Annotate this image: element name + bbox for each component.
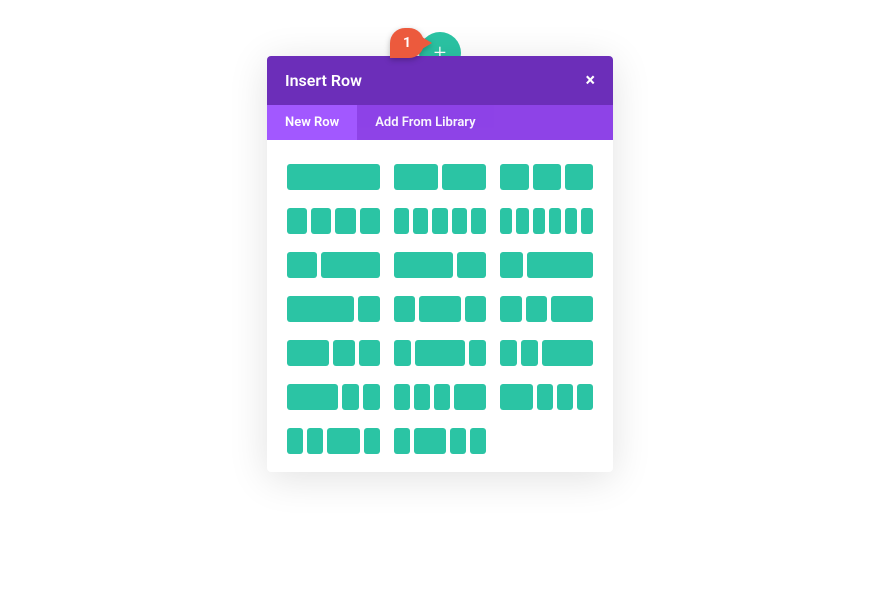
layout-col — [527, 252, 594, 278]
panel-body — [267, 140, 613, 472]
layout-option-11[interactable] — [500, 296, 593, 322]
tab-add-from-library[interactable]: Add From Library — [357, 105, 493, 140]
layout-col — [470, 428, 486, 454]
layout-col — [581, 208, 593, 234]
layout-col — [333, 340, 354, 366]
layout-col — [565, 164, 593, 190]
layout-option-19[interactable] — [394, 428, 487, 454]
layout-col — [457, 252, 487, 278]
layout-option-14[interactable] — [500, 340, 593, 366]
layout-col — [327, 428, 359, 454]
layout-col — [465, 296, 486, 322]
layout-grid — [287, 164, 593, 454]
layout-col — [434, 384, 450, 410]
annotation-1-label: 1 — [403, 35, 411, 51]
insert-row-panel: 2 Insert Row × New Row Add From Library — [267, 56, 613, 472]
layout-option-18[interactable] — [287, 428, 380, 454]
layout-col — [394, 428, 410, 454]
layout-col — [500, 340, 517, 366]
layout-col — [394, 208, 409, 234]
layout-col — [516, 208, 528, 234]
layout-col — [500, 252, 522, 278]
tab-add-from-library-label: Add From Library — [375, 115, 475, 130]
layout-col — [442, 164, 486, 190]
panel-title: Insert Row — [285, 71, 362, 90]
layout-option-16[interactable] — [394, 384, 487, 410]
layout-col — [287, 296, 354, 322]
layout-col — [542, 340, 593, 366]
layout-option-0[interactable] — [287, 164, 380, 190]
layout-col — [360, 208, 380, 234]
layout-col — [394, 340, 411, 366]
panel-tabs: New Row Add From Library — [267, 105, 613, 140]
layout-col — [335, 208, 355, 234]
layout-col — [557, 384, 573, 410]
layout-option-12[interactable] — [287, 340, 380, 366]
layout-col — [432, 208, 447, 234]
layout-col — [521, 340, 538, 366]
layout-col — [419, 296, 461, 322]
layout-col — [311, 208, 331, 234]
layout-col — [565, 208, 577, 234]
layout-col — [394, 164, 438, 190]
layout-col — [287, 164, 380, 190]
layout-col — [533, 208, 545, 234]
layout-col — [287, 208, 307, 234]
layout-col — [500, 296, 521, 322]
layout-col — [287, 340, 329, 366]
layout-col — [287, 384, 338, 410]
layout-col — [549, 208, 561, 234]
layout-col — [364, 428, 380, 454]
layout-col — [394, 252, 453, 278]
layout-col — [450, 428, 466, 454]
panel-header: Insert Row × — [267, 56, 613, 105]
layout-option-9[interactable] — [287, 296, 380, 322]
layout-col — [363, 384, 380, 410]
tab-new-row[interactable]: New Row — [267, 105, 357, 140]
layout-option-7[interactable] — [394, 252, 487, 278]
layout-option-2[interactable] — [500, 164, 593, 190]
layout-col — [537, 384, 553, 410]
layout-col — [358, 296, 380, 322]
layout-option-10[interactable] — [394, 296, 487, 322]
layout-option-13[interactable] — [394, 340, 487, 366]
annotation-1: 1 — [390, 28, 424, 58]
layout-col — [414, 384, 430, 410]
layout-col — [500, 384, 532, 410]
layout-option-1[interactable] — [394, 164, 487, 190]
layout-col — [342, 384, 359, 410]
layout-col — [287, 428, 303, 454]
annotation-1-pointer — [422, 37, 432, 49]
layout-col — [471, 208, 486, 234]
layout-col — [577, 384, 593, 410]
layout-option-8[interactable] — [500, 252, 593, 278]
layout-col — [394, 296, 415, 322]
layout-option-3[interactable] — [287, 208, 380, 234]
close-button[interactable]: × — [585, 72, 595, 90]
close-icon: × — [585, 70, 595, 91]
layout-col — [321, 252, 380, 278]
layout-option-6[interactable] — [287, 252, 380, 278]
layout-option-17[interactable] — [500, 384, 593, 410]
layout-col — [415, 340, 466, 366]
tab-new-row-label: New Row — [285, 115, 339, 130]
layout-col — [500, 208, 512, 234]
layout-col — [500, 164, 528, 190]
layout-col — [307, 428, 323, 454]
layout-col — [287, 252, 317, 278]
layout-option-5[interactable] — [500, 208, 593, 234]
layout-col — [526, 296, 547, 322]
layout-option-4[interactable] — [394, 208, 487, 234]
layout-col — [551, 296, 593, 322]
layout-col — [533, 164, 561, 190]
layout-col — [394, 384, 410, 410]
layout-option-15[interactable] — [287, 384, 380, 410]
layout-col — [414, 428, 446, 454]
layout-col — [469, 340, 486, 366]
layout-col — [413, 208, 428, 234]
layout-col — [454, 384, 486, 410]
layout-col — [452, 208, 467, 234]
layout-col — [359, 340, 380, 366]
